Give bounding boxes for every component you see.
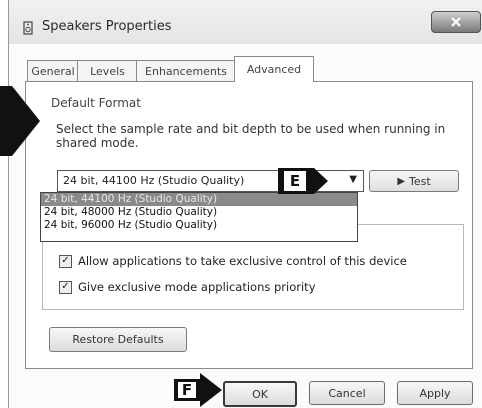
tab-enhancements[interactable]: Enhancements: [136, 60, 236, 81]
apply-button[interactable]: Apply: [397, 381, 473, 405]
cancel-button[interactable]: Cancel: [309, 381, 385, 405]
cancel-label: Cancel: [328, 386, 366, 400]
tab-label: Enhancements: [145, 64, 227, 78]
default-format-description: Select the sample rate and bit depth to …: [56, 122, 446, 150]
ok-label: OK: [252, 387, 268, 401]
priority-checkbox[interactable]: ✓: [59, 280, 72, 294]
title-bar: Speakers Properties: [9, 0, 482, 44]
priority-row[interactable]: ✓ Give exclusive mode applications prior…: [59, 280, 316, 294]
window-title: Speakers Properties: [42, 19, 172, 34]
close-icon: [451, 17, 461, 27]
tab-general[interactable]: General: [27, 60, 79, 81]
allow-exclusive-checkbox[interactable]: ✓: [59, 254, 72, 268]
select-value: 24 bit, 44100 Hz (Studio Quality): [63, 174, 245, 187]
pointer-arrow-left: [0, 86, 40, 156]
dropdown-option[interactable]: 24 bit, 44100 Hz (Studio Quality): [41, 193, 357, 206]
marker-e: E: [278, 168, 344, 194]
dropdown-option[interactable]: 24 bit, 48000 Hz (Studio Quality): [41, 206, 357, 219]
ok-button[interactable]: OK: [223, 381, 297, 407]
allow-exclusive-label: Allow applications to take exclusive con…: [78, 254, 407, 268]
test-label: Test: [409, 174, 431, 188]
tab-levels[interactable]: Levels: [77, 60, 138, 81]
apply-label: Apply: [419, 386, 451, 400]
play-icon: ▶: [397, 175, 406, 187]
close-button[interactable]: [431, 11, 481, 33]
tab-label: General: [31, 64, 75, 78]
test-button[interactable]: ▶ Test: [369, 170, 459, 192]
tab-label: Advanced: [246, 63, 302, 76]
chevron-down-icon: ▼: [349, 174, 357, 185]
dropdown-option[interactable]: 24 bit, 96000 Hz (Studio Quality): [41, 219, 357, 232]
marker-f: F: [174, 373, 230, 407]
priority-label: Give exclusive mode applications priorit…: [78, 280, 316, 294]
default-format-label: Default Format: [51, 96, 141, 110]
speaker-icon: [22, 21, 34, 35]
allow-exclusive-row[interactable]: ✓ Allow applications to take exclusive c…: [59, 254, 407, 268]
tab-advanced[interactable]: Advanced: [234, 56, 314, 82]
restore-defaults-button[interactable]: Restore Defaults: [49, 327, 187, 352]
marker-f-label: F: [178, 381, 196, 399]
restore-label: Restore Defaults: [72, 333, 164, 346]
marker-e-label: E: [284, 171, 306, 191]
sample-rate-dropdown-list: 24 bit, 44100 Hz (Studio Quality) 24 bit…: [40, 192, 358, 242]
tab-label: Levels: [90, 64, 125, 78]
